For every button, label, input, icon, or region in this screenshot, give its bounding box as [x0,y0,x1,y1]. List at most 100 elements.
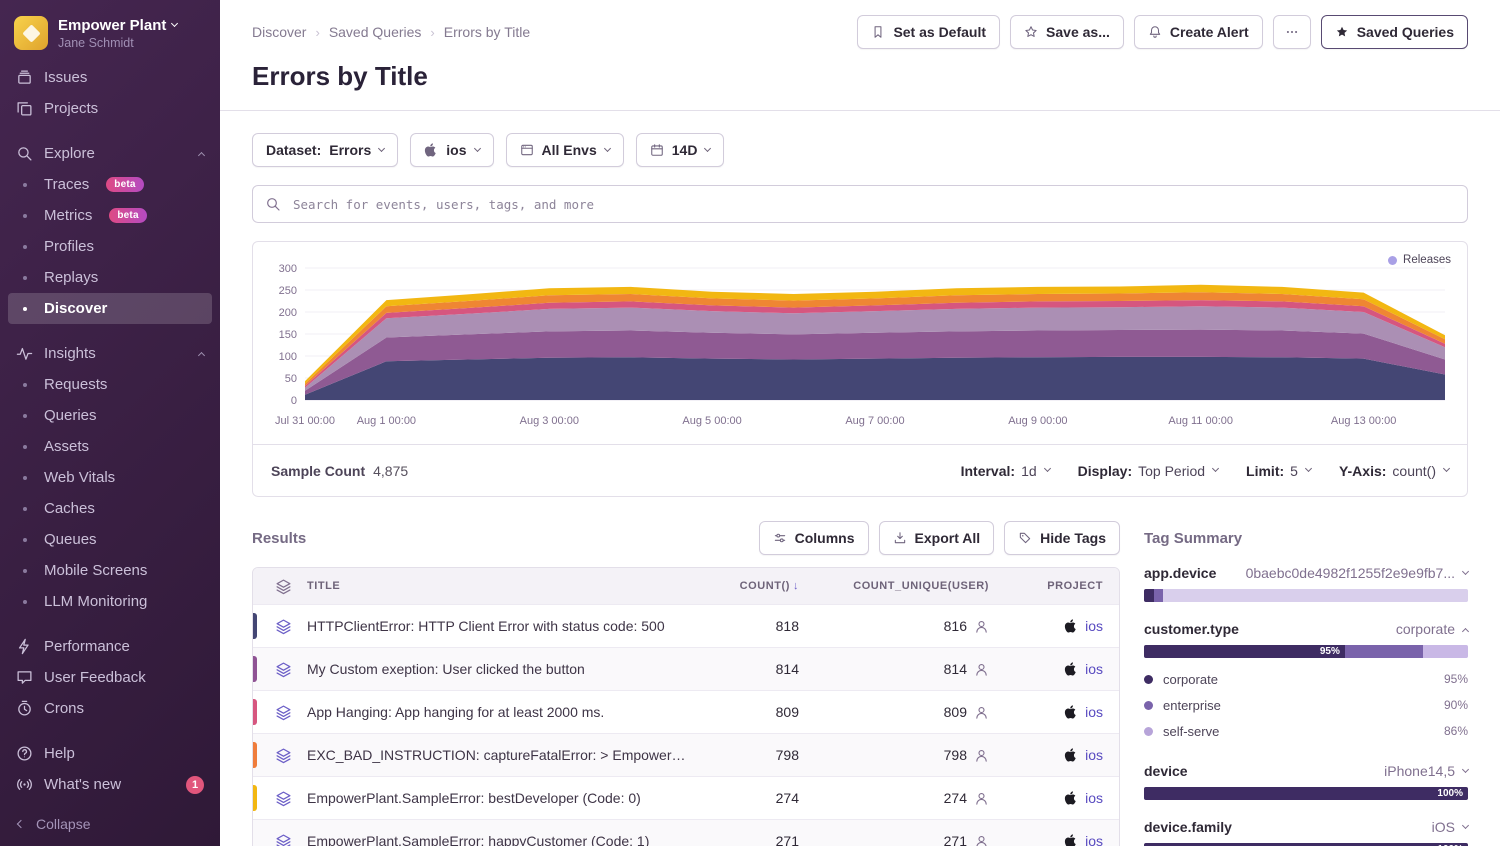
y-axis-selector[interactable]: Y-Axis: count() [1339,463,1449,479]
sidebar-item-mobile-screens[interactable]: Mobile Screens [8,555,212,586]
chevron-down-icon [604,144,611,151]
tag-distribution-bar[interactable] [1144,589,1468,602]
create-alert-button[interactable]: Create Alert [1134,15,1263,49]
column-count[interactable]: COUNT()↓ [699,580,809,592]
search-input[interactable] [252,185,1468,223]
export-all-button[interactable]: Export All [879,521,995,555]
event-stack-icon [275,833,292,846]
table-row[interactable]: My Custom exeption: User clicked the but… [253,647,1119,690]
breadcrumb-discover[interactable]: Discover [252,24,306,40]
sidebar-item-assets[interactable]: Assets [8,431,212,462]
event-title[interactable]: App Hanging: App hanging for at least 20… [307,704,699,720]
project-cell[interactable]: ios [999,704,1119,720]
tag-value-toggle[interactable]: iOS [1432,819,1468,835]
chevron-down-icon [171,19,178,26]
user-count-value: 271 [944,833,967,846]
event-title[interactable]: EmpowerPlant.SampleError: bestDeveloper … [307,790,699,806]
sidebar-group: ExploreTracesbetaMetricsbetaProfilesRepl… [0,138,220,324]
chart-svg: 050100150200250300Jul 31 00:00Aug 1 00:0… [253,242,1467,444]
tag-value-row[interactable]: enterprise90% [1144,692,1468,718]
sidebar-section-explore[interactable]: Explore [8,138,212,169]
event-title[interactable]: EmpowerPlant.SampleError: happyCustomer … [307,833,699,846]
org-switcher[interactable]: Empower Plant Jane Schmidt [0,12,220,60]
sidebar-item-replays[interactable]: Replays [8,262,212,293]
dataset-selector[interactable]: Dataset: Errors [252,133,398,167]
tag-icon [1018,531,1032,545]
hide-tags-button[interactable]: Hide Tags [1004,521,1120,555]
saved-queries-button[interactable]: Saved Queries [1321,15,1468,49]
bullet-icon [16,383,33,387]
sidebar-item-requests[interactable]: Requests [8,369,212,400]
sidebar-item-discover[interactable]: Discover [8,293,212,324]
limit-selector[interactable]: Limit: 5 [1246,463,1311,479]
sidebar-item-queues[interactable]: Queues [8,524,212,555]
apple-icon [1064,748,1078,762]
sidebar-item-performance[interactable]: Performance [8,631,212,662]
tag-value-toggle[interactable]: 0baebc0de4982f1255f2e9e9fb7... [1246,565,1468,581]
table-row[interactable]: App Hanging: App hanging for at least 20… [253,690,1119,733]
chevron-down-icon [1212,465,1219,472]
sidebar-item-help[interactable]: Help [8,738,212,769]
event-title[interactable]: My Custom exeption: User clicked the but… [307,661,699,677]
tag-distribution-bar[interactable]: 95% [1144,645,1468,658]
bar-segment [1345,645,1423,658]
project-cell[interactable]: ios [999,747,1119,763]
save-as-button[interactable]: Save as... [1010,15,1124,49]
sidebar-item-traces[interactable]: Tracesbeta [8,169,212,200]
sidebar-item-crons[interactable]: Crons [8,693,212,724]
column-project[interactable]: PROJECT [999,580,1119,592]
tag-value-row[interactable]: corporate95% [1144,666,1468,692]
bookmark-icon [871,25,885,39]
project-cell[interactable]: ios [999,833,1119,846]
sidebar-item-caches[interactable]: Caches [8,493,212,524]
sidebar-item-llm-monitoring[interactable]: LLM Monitoring [8,586,212,617]
date-range-selector[interactable]: 14D [636,133,725,167]
project-cell[interactable]: ios [999,618,1119,634]
svg-text:Aug 13 00:00: Aug 13 00:00 [1331,415,1396,427]
project-cell[interactable]: ios [999,790,1119,806]
bullet-icon [16,307,33,311]
sidebar-item-profiles[interactable]: Profiles [8,231,212,262]
releases-legend[interactable]: Releases [1388,254,1451,266]
project-selector[interactable]: ios [410,133,493,167]
set-as-default-button[interactable]: Set as Default [857,15,1000,49]
tag-value-toggle[interactable]: corporate [1396,621,1468,637]
sidebar-item-queries[interactable]: Queries [8,400,212,431]
user-count-value: 274 [944,790,967,806]
interval-selector[interactable]: Interval: 1d [961,463,1050,479]
table-row[interactable]: EXC_BAD_INSTRUCTION: captureFatalError: … [253,733,1119,776]
display-selector[interactable]: Display: Top Period [1078,463,1218,479]
bullet-icon [16,538,33,542]
more-actions-button[interactable] [1273,15,1311,49]
bar-segment: 95% [1144,645,1345,658]
sidebar-item-user-feedback[interactable]: User Feedback [8,662,212,693]
event-title[interactable]: EXC_BAD_INSTRUCTION: captureFatalError: … [307,747,699,763]
dataset-label: Dataset: [266,142,321,158]
sidebar-item-issues[interactable]: Issues [8,62,212,93]
table-row[interactable]: EmpowerPlant.SampleError: bestDeveloper … [253,776,1119,819]
sidebar-nav: IssuesProjects ExploreTracesbetaMetricsbe… [0,60,220,800]
sidebar-item-what-s-new[interactable]: What's new1 [8,769,212,800]
sidebar-collapse-button[interactable]: Collapse [0,806,220,834]
user-icon [974,662,989,677]
event-stack-icon [275,618,292,635]
chart-area[interactable]: 050100150200250300Jul 31 00:00Aug 1 00:0… [253,242,1467,444]
tag-value-row[interactable]: self-serve86% [1144,718,1468,744]
columns-button[interactable]: Columns [759,521,869,555]
sidebar-item-web-vitals[interactable]: Web Vitals [8,462,212,493]
tag-distribution-bar[interactable]: 100% [1144,787,1468,800]
event-title[interactable]: HTTPClientError: HTTP Client Error with … [307,618,699,634]
sidebar-section-insights[interactable]: Insights [8,338,212,369]
releases-dot-icon [1388,256,1397,265]
bar-segment [1163,589,1468,602]
environment-selector[interactable]: All Envs [506,133,624,167]
breadcrumb-saved-queries[interactable]: Saved Queries [329,24,422,40]
project-cell[interactable]: ios [999,661,1119,677]
tag-value-toggle[interactable]: iPhone14,5 [1384,763,1468,779]
column-title[interactable]: TITLE [307,580,699,592]
table-row[interactable]: HTTPClientError: HTTP Client Error with … [253,604,1119,647]
sidebar-item-metrics[interactable]: Metricsbeta [8,200,212,231]
sidebar-item-projects[interactable]: Projects [8,93,212,124]
column-count-unique-user[interactable]: COUNT_UNIQUE(USER) [809,580,999,592]
table-row[interactable]: EmpowerPlant.SampleError: happyCustomer … [253,819,1119,846]
